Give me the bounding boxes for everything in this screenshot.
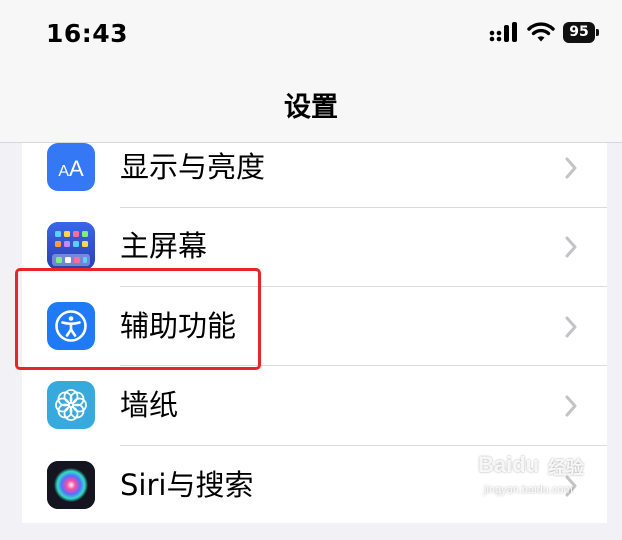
chevron-right-icon: [565, 157, 577, 179]
status-bar: 16:43 95: [0, 0, 622, 66]
settings-row-label: 墙纸: [120, 388, 179, 422]
navigation-bar: 设置: [0, 66, 622, 143]
svg-text:AA: AA: [58, 156, 84, 181]
siri-icon: [47, 461, 95, 509]
chevron-right-icon: [565, 236, 577, 258]
settings-row-label: Siri与搜索: [120, 468, 254, 502]
cellular-signal-icon: [489, 22, 517, 42]
wifi-icon: [527, 22, 555, 42]
battery-level: 95: [569, 24, 589, 40]
page-title: 设置: [284, 92, 338, 123]
settings-row-wallpaper[interactable]: 墙纸: [22, 381, 607, 460]
chevron-right-icon: [565, 316, 577, 338]
settings-row-display-brightness[interactable]: AA 显示与亮度: [22, 143, 607, 222]
wallpaper-icon: [47, 381, 95, 429]
row-separator: [120, 445, 607, 446]
battery-icon: 95: [563, 22, 599, 43]
status-time: 16:43: [46, 19, 129, 48]
watermark-url: jingyan.baidu.com: [484, 484, 573, 496]
chevron-right-icon: [565, 395, 577, 417]
row-separator: [120, 207, 607, 208]
baidu-jingyan-watermark: Baidu 经验 jingyan.baidu.com: [478, 452, 618, 510]
watermark-brand: Baidu: [478, 452, 540, 477]
display-brightness-icon: AA: [47, 143, 95, 191]
watermark-brand-cn: 经验: [548, 458, 584, 479]
highlight-annotation-box: [15, 268, 261, 370]
settings-row-label: 显示与亮度: [120, 150, 266, 184]
settings-row-label: 主屏幕: [120, 229, 208, 263]
home-screen-icon: [47, 222, 95, 270]
